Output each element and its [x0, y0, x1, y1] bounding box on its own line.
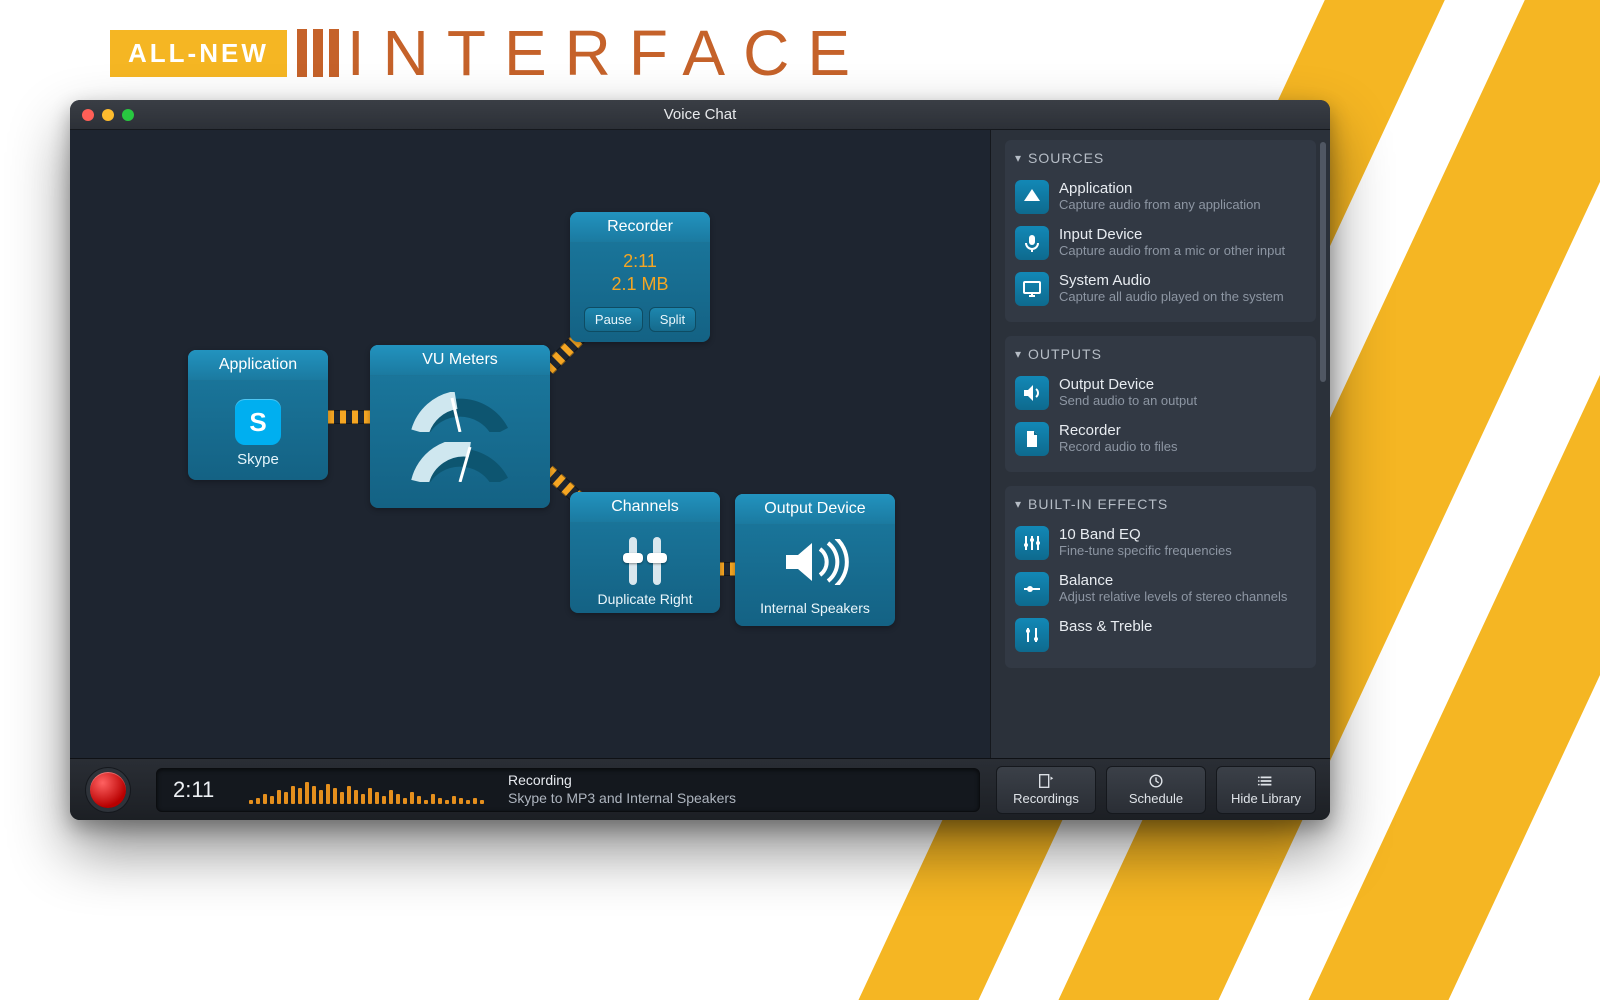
library-item-recorder[interactable]: RecorderRecord audio to files — [1015, 416, 1306, 462]
status-panel: 2:11 Recording Skype to MP3 and Internal… — [156, 768, 980, 812]
recorder-elapsed-time: 2:11 — [570, 251, 710, 272]
library-item-desc: Capture all audio played on the system — [1059, 289, 1284, 305]
node-title: Recorder — [570, 212, 710, 243]
library-item-title: Input Device — [1059, 226, 1285, 243]
connector — [328, 410, 372, 424]
section-title: SOURCES — [1028, 150, 1104, 166]
library-item-application[interactable]: ApplicationCapture audio from any applic… — [1015, 174, 1306, 220]
recordings-icon — [1037, 773, 1055, 789]
library-item-desc: Capture audio from any application — [1059, 197, 1261, 213]
level-meter-icon — [249, 776, 484, 804]
badge-all-new: ALL-NEW — [110, 30, 287, 77]
channels-mode: Duplicate Right — [570, 591, 720, 613]
page-headline: ALL-NEW INTERFACE — [110, 16, 868, 90]
scrollbar[interactable] — [1320, 142, 1326, 382]
speaker-icon — [1015, 376, 1049, 410]
equalizer-icon — [1015, 526, 1049, 560]
chevron-down-icon: ▾ — [1015, 497, 1022, 511]
library-section-sources: ▾ SOURCES ApplicationCapture audio from … — [1005, 140, 1316, 322]
output-device-name: Internal Speakers — [735, 596, 895, 626]
split-button[interactable]: Split — [649, 307, 696, 332]
section-title: BUILT-IN EFFECTS — [1028, 496, 1168, 512]
bottom-toolbar: 2:11 Recording Skype to MP3 and Internal… — [70, 758, 1330, 820]
button-label: Hide Library — [1231, 791, 1301, 806]
node-recorder[interactable]: Recorder 2:11 2.1 MB Pause Split — [570, 212, 710, 342]
headline-title: INTERFACE — [347, 16, 868, 90]
library-item-title: Output Device — [1059, 376, 1197, 393]
titlebar: Voice Chat — [70, 100, 1330, 130]
node-title: Output Device — [735, 494, 895, 525]
library-item-output-device[interactable]: Output DeviceSend audio to an output — [1015, 370, 1306, 416]
library-item-title: 10 Band EQ — [1059, 526, 1232, 543]
monitor-icon — [1015, 272, 1049, 306]
button-label: Schedule — [1129, 791, 1183, 806]
section-header-effects[interactable]: ▾ BUILT-IN EFFECTS — [1015, 494, 1306, 520]
hide-library-button[interactable]: Hide Library — [1216, 766, 1316, 814]
library-item-balance[interactable]: BalanceAdjust relative levels of stereo … — [1015, 566, 1306, 612]
chevron-down-icon: ▾ — [1015, 151, 1022, 165]
library-item-desc: Send audio to an output — [1059, 393, 1197, 409]
speaker-icon — [735, 525, 895, 596]
clock-icon — [1147, 773, 1165, 789]
app-icon — [1015, 180, 1049, 214]
tone-icon — [1015, 618, 1049, 652]
node-title: Channels — [570, 492, 720, 523]
window-title: Voice Chat — [70, 106, 1330, 123]
record-button[interactable] — [90, 772, 126, 808]
node-channels[interactable]: Channels Duplicate Right — [570, 492, 720, 613]
recordings-button[interactable]: Recordings — [996, 766, 1096, 814]
chevron-down-icon: ▾ — [1015, 347, 1022, 361]
library-item-title: Recorder — [1059, 422, 1178, 439]
routing-canvas[interactable]: Application S Skype VU Meters Recorder 2… — [70, 130, 990, 758]
status-line-2: Skype to MP3 and Internal Speakers — [508, 790, 736, 808]
library-item-bass-treble[interactable]: Bass & Treble — [1015, 612, 1306, 658]
channel-sliders-icon — [570, 523, 720, 591]
pause-button[interactable]: Pause — [584, 307, 643, 332]
skype-icon: S — [235, 399, 281, 445]
node-vu-meters[interactable]: VU Meters — [370, 345, 550, 508]
headline-bars-icon — [297, 29, 339, 77]
microphone-icon — [1015, 226, 1049, 260]
file-icon — [1015, 422, 1049, 456]
button-label: Recordings — [1013, 791, 1079, 806]
balance-icon — [1015, 572, 1049, 606]
library-item-input-device[interactable]: Input DeviceCapture audio from a mic or … — [1015, 220, 1306, 266]
status-elapsed-time: 2:11 — [173, 777, 233, 803]
library-item-desc: Capture audio from a mic or other input — [1059, 243, 1285, 259]
library-section-outputs: ▾ OUTPUTS Output DeviceSend audio to an … — [1005, 336, 1316, 472]
library-item-title: Balance — [1059, 572, 1287, 589]
recorder-file-size: 2.1 MB — [570, 274, 710, 295]
status-line-1: Recording — [508, 772, 736, 790]
library-item-system-audio[interactable]: System AudioCapture all audio played on … — [1015, 266, 1306, 312]
schedule-button[interactable]: Schedule — [1106, 766, 1206, 814]
library-section-effects: ▾ BUILT-IN EFFECTS 10 Band EQFine-tune s… — [1005, 486, 1316, 668]
vu-gauges-icon — [370, 376, 550, 508]
node-output-device[interactable]: Output Device Internal Speakers — [735, 494, 895, 626]
node-title: Application — [188, 350, 328, 381]
node-title: VU Meters — [370, 345, 550, 376]
library-item-desc: Fine-tune specific frequencies — [1059, 543, 1232, 559]
section-header-sources[interactable]: ▾ SOURCES — [1015, 148, 1306, 174]
section-header-outputs[interactable]: ▾ OUTPUTS — [1015, 344, 1306, 370]
application-name: Skype — [196, 451, 320, 468]
library-item-title: System Audio — [1059, 272, 1284, 289]
library-item-desc: Record audio to files — [1059, 439, 1178, 455]
library-item-title: Bass & Treble — [1059, 618, 1152, 635]
list-icon — [1257, 773, 1275, 789]
library-item-desc: Adjust relative levels of stereo channel… — [1059, 589, 1287, 605]
section-title: OUTPUTS — [1028, 346, 1102, 362]
node-application[interactable]: Application S Skype — [188, 350, 328, 480]
library-item-title: Application — [1059, 180, 1261, 197]
library-item-10-band-eq[interactable]: 10 Band EQFine-tune specific frequencies — [1015, 520, 1306, 566]
app-window: Voice Chat Application S Skype VU Meters — [70, 100, 1330, 820]
library-sidebar: ▾ SOURCES ApplicationCapture audio from … — [990, 130, 1330, 758]
